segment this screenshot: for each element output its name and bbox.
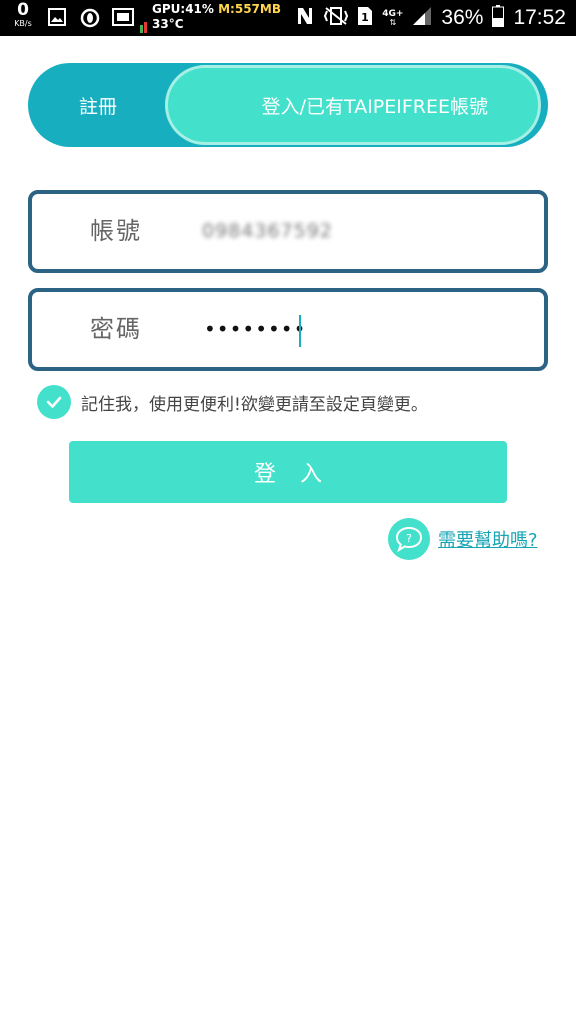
signal-icon [412,6,432,30]
remember-text: 記住我，使用更便利!欲變更請至設定頁變更。 [81,394,428,415]
temperature-value: 33°C [152,17,184,31]
battery-icon [492,5,505,31]
remember-checkbox[interactable] [37,385,71,419]
password-label: 密碼 [90,315,142,343]
tab-login[interactable]: 登入/已有TAIPEIFREE帳號 [165,65,541,145]
status-bar-right: 1 4G+ ⇅ 36% 17:52 [295,0,566,36]
media-icon [112,8,134,30]
tab-register[interactable]: 註冊 [28,63,168,147]
tab-login-label: 登入/已有TAIPEIFREE帳號 [261,95,488,118]
svg-text:?: ? [406,532,412,545]
opera-icon [80,8,100,32]
sim-slot-number: 1 [361,11,369,24]
sim-icon: 1 [357,6,373,30]
auth-tabs: 註冊 登入/已有TAIPEIFREE帳號 [28,63,548,147]
checkmark-icon [46,396,62,408]
vibrate-icon [324,6,349,30]
text-cursor [299,315,301,347]
password-field[interactable]: 密碼 •••••••• [28,288,548,371]
help-link[interactable]: 需要幫助嗎? [438,526,538,552]
account-input[interactable] [202,213,502,249]
image-icon [48,8,66,30]
gpu-usage: GPU:41% [152,2,214,16]
gpu-readout: GPU:41% M:557MB [152,2,281,16]
network-type: 4G+ ⇅ [382,8,404,27]
tab-register-label: 註冊 [78,95,117,118]
network-speed: 0 KB/s [10,2,36,28]
nfc-icon [295,6,315,30]
status-bar: 0 KB/s GPU:41% M:557MB 33°C 1 4G+ ⇅ 36% … [0,0,576,36]
chat-question-icon[interactable]: ? [388,518,430,560]
login-button[interactable]: 登入 [69,441,507,503]
password-input[interactable]: •••••••• [204,311,306,347]
temperature-readout: 33°C [152,17,184,31]
network-speed-value: 0 [17,0,29,20]
clock: 17:52 [513,6,566,29]
account-field[interactable]: 帳號 [28,190,548,273]
memory-usage: M:557MB [218,2,281,16]
account-label: 帳號 [90,217,142,245]
network-speed-unit: KB/s [14,19,32,28]
remember-me: 記住我，使用更便利!欲變更請至設定頁變更。 [37,385,428,419]
help-section: ? 需要幫助嗎? [388,518,538,560]
check-icon [140,18,152,37]
battery-percent: 36% [441,6,484,29]
